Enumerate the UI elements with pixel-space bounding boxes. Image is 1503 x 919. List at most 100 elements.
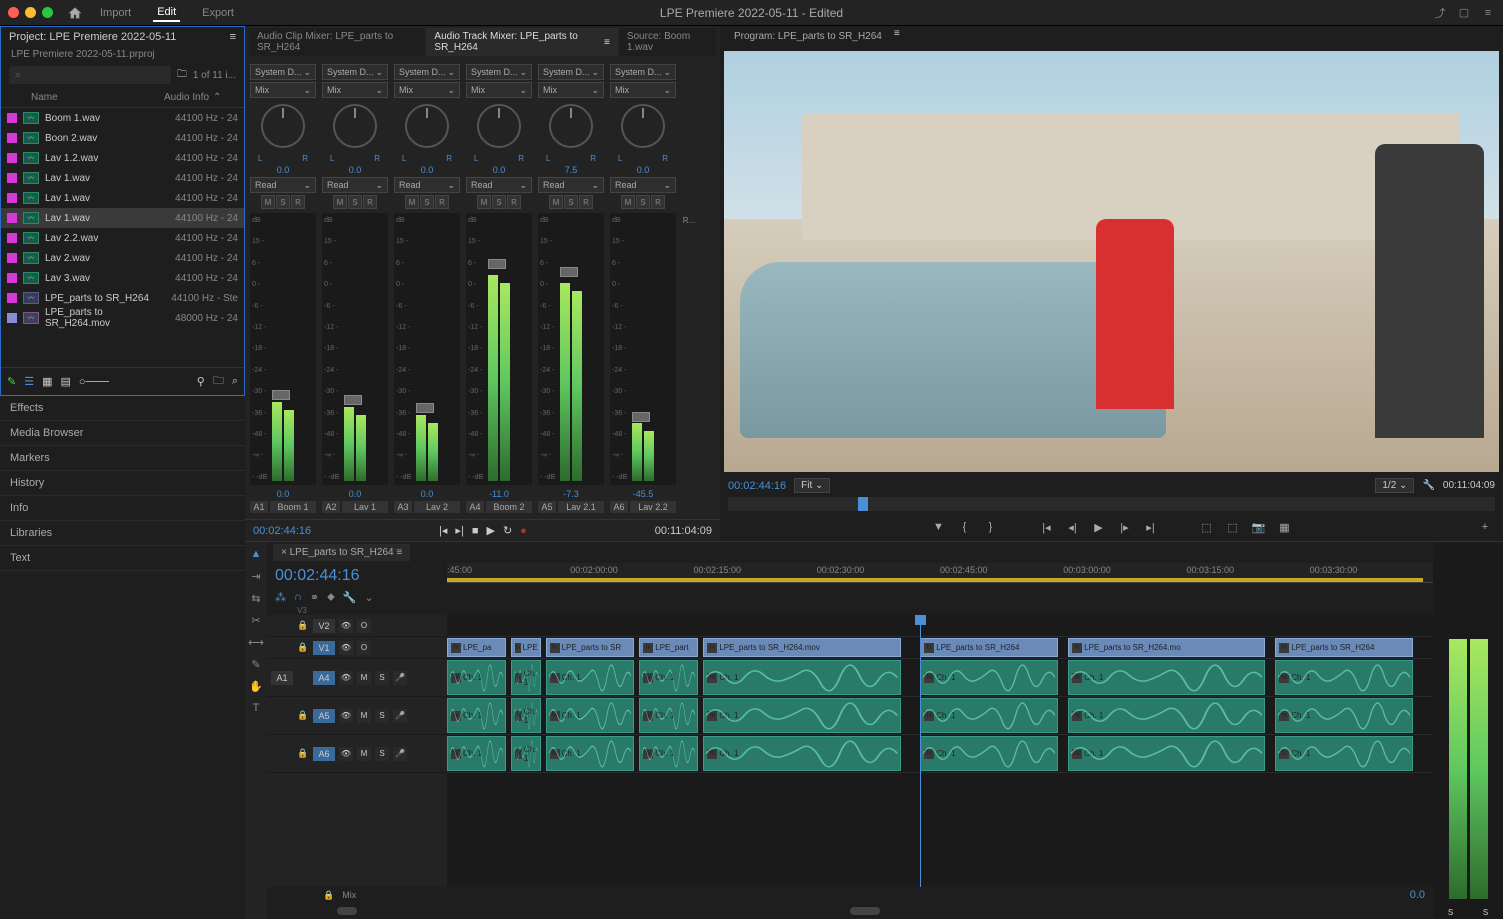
clip[interactable]: fxCh. 1 [639, 736, 698, 771]
pan-knob[interactable] [405, 104, 449, 148]
clip[interactable]: fxCh. 1 [703, 698, 900, 733]
track-header-A5[interactable]: 🔒 A5 👁 MS🎤 [267, 697, 447, 735]
pen-tool[interactable]: ✎ [248, 656, 264, 672]
automation-dropdown[interactable]: Read ⌄ [394, 177, 460, 193]
mute-button[interactable]: M [621, 195, 635, 209]
send-dropdown[interactable]: Mix ⌄ [466, 82, 532, 98]
file-row[interactable]: 〰 Lav 1.wav 44100 Hz - 24 [1, 168, 244, 188]
record-button[interactable]: R [651, 195, 665, 209]
go-to-in-icon[interactable]: |◂ [1039, 519, 1055, 535]
home-icon[interactable] [68, 6, 82, 20]
extract-icon[interactable]: ⬚ [1225, 519, 1241, 535]
automation-dropdown[interactable]: Read ⌄ [538, 177, 604, 193]
razor-tool[interactable]: ✂ [248, 612, 264, 628]
settings-icon[interactable]: 🔧 [343, 591, 357, 604]
comparison-icon[interactable]: ▦ [1277, 519, 1293, 535]
tab-edit[interactable]: Edit [153, 4, 180, 22]
automation-dropdown[interactable]: Read ⌄ [322, 177, 388, 193]
playhead[interactable] [920, 615, 921, 887]
settings-icon[interactable]: 🔧 [1422, 480, 1434, 491]
source-patch[interactable]: A1 [271, 671, 293, 685]
col-audio-info[interactable]: Audio Info [164, 92, 209, 103]
pan-knob[interactable] [261, 104, 305, 148]
toggle-output[interactable]: 👁 [339, 671, 353, 685]
file-row[interactable]: 〰 Boom 1.wav 44100 Hz - 24 [1, 108, 244, 128]
sort-icon[interactable]: ⚲ [197, 375, 205, 388]
go-to-in-icon[interactable]: |◂ [439, 524, 447, 537]
tab-export[interactable]: Export [198, 5, 238, 21]
file-row[interactable]: 〰 Lav 2.2.wav 44100 Hz - 24 [1, 228, 244, 248]
voice-icon[interactable]: 🎤 [393, 671, 407, 685]
mute-button[interactable]: M [333, 195, 347, 209]
sync-lock[interactable]: O [357, 619, 371, 633]
clip[interactable]: fxCh. 1 [1275, 698, 1413, 733]
record-button[interactable]: R [579, 195, 593, 209]
program-tab[interactable]: Program: LPE_parts to SR_H264 [726, 28, 890, 45]
fx-dropdown[interactable]: System D... ⌄ [322, 64, 388, 80]
snap-icon[interactable]: ⁂ [275, 591, 286, 604]
track-header-V2[interactable]: 🔒 V2 👁 O [267, 615, 447, 637]
mute-button[interactable]: M [405, 195, 419, 209]
tab-import[interactable]: Import [96, 5, 135, 21]
program-timecode-in[interactable]: 00:02:44:16 [728, 480, 786, 492]
channel-name[interactable]: Boom 2 [486, 501, 532, 513]
find-icon[interactable]: ⌕ [232, 375, 238, 388]
fx-icon[interactable]: fx [643, 643, 653, 653]
send-dropdown[interactable]: Mix ⌄ [394, 82, 460, 98]
list-view-icon[interactable]: ☰ [24, 375, 34, 388]
lift-icon[interactable]: ⬚ [1199, 519, 1215, 535]
minimize-window[interactable] [25, 7, 36, 18]
fader[interactable] [344, 395, 362, 405]
step-forward-icon[interactable]: |▸ [1117, 519, 1133, 535]
file-row[interactable]: 〰 Lav 3.wav 44100 Hz - 24 [1, 268, 244, 288]
workspace-icon[interactable]: ≡ [1481, 6, 1495, 20]
track[interactable]: fxCh. 1fxCh. 1fxCh. 1fxCh. 1fxCh. 1fxCh.… [447, 659, 1433, 697]
clip[interactable]: fxLPE [511, 638, 541, 657]
record-button[interactable]: R [507, 195, 521, 209]
file-row[interactable]: 〰 LPE_parts to SR_H264 44100 Hz - Ste [1, 288, 244, 308]
program-scrubber[interactable] [728, 497, 1495, 511]
magnet-icon[interactable]: ∩ [294, 591, 302, 604]
clip[interactable]: fxCh. 1 [703, 736, 900, 771]
maximize-icon[interactable]: ▢ [1457, 6, 1471, 20]
timeline-h-scroll[interactable] [267, 903, 1433, 919]
maximize-window[interactable] [42, 7, 53, 18]
zoom-slider[interactable]: ○─── [79, 376, 109, 388]
fader[interactable] [560, 267, 578, 277]
clip[interactable]: fxLPE_parts to SR_H264.mov [703, 638, 900, 657]
col-name[interactable]: Name [31, 92, 164, 103]
clip[interactable]: fxCh. 1 [920, 736, 1058, 771]
fader[interactable] [272, 390, 290, 400]
solo-button[interactable]: S [420, 195, 434, 209]
lock-icon[interactable]: 🔒 [297, 642, 309, 653]
clip[interactable]: fxCh. 1 [1275, 736, 1413, 771]
record-icon[interactable]: ● [520, 525, 527, 537]
file-row[interactable]: 〰 Lav 1.2.wav 44100 Hz - 24 [1, 148, 244, 168]
play-icon[interactable]: ▶ [1091, 519, 1107, 535]
solo-button[interactable]: S [375, 747, 389, 761]
record-button[interactable]: R [291, 195, 305, 209]
solo-right[interactable]: S [1483, 908, 1488, 917]
lock-icon[interactable]: 🔒 [297, 620, 309, 631]
chevron-icon[interactable]: ⌄ [365, 591, 374, 604]
pan-knob[interactable] [549, 104, 593, 148]
mute-button[interactable]: M [357, 747, 371, 761]
fx-dropdown[interactable]: System D... ⌄ [250, 64, 316, 80]
clip[interactable]: fxCh. 1 [511, 660, 541, 695]
fader[interactable] [416, 403, 434, 413]
fx-icon[interactable]: fx [451, 643, 461, 653]
fx-icon[interactable]: fx [550, 643, 560, 653]
sequence-tab[interactable]: × LPE_parts to SR_H264 ≡ [273, 544, 410, 561]
solo-button[interactable]: S [375, 671, 389, 685]
clip[interactable]: fxCh. 1 [1068, 698, 1265, 733]
mixer-tab[interactable]: Audio Clip Mixer: LPE_parts to SR_H264 [249, 28, 425, 56]
new-bin-icon[interactable]: 🗀 [213, 372, 224, 391]
quick-export-icon[interactable]: ⤴ [1433, 6, 1447, 20]
clip[interactable]: fxCh. 1 [1275, 660, 1413, 695]
lock-icon[interactable]: 🔒 [323, 890, 334, 901]
track-header-V1[interactable]: 🔒 V1 👁 O [267, 637, 447, 659]
track-header-A6[interactable]: 🔒 A6 👁 MS🎤 [267, 735, 447, 773]
track-target[interactable]: A6 [313, 747, 335, 761]
sync-lock[interactable]: O [357, 641, 371, 655]
clip[interactable]: fxCh. 1 [546, 736, 635, 771]
